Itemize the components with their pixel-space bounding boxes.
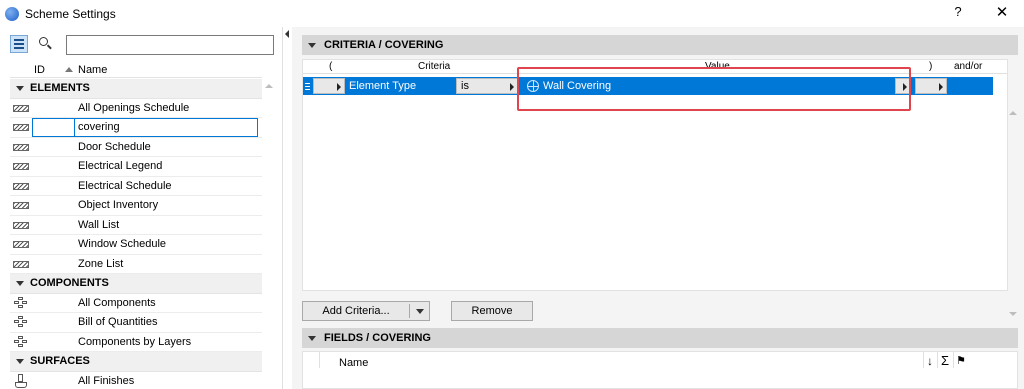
name-edit-field[interactable]: covering [74, 118, 258, 137]
list-item[interactable]: All Openings Schedule [10, 99, 262, 118]
dropdown-arrow-icon[interactable] [416, 309, 424, 314]
components-icon [13, 316, 29, 328]
tree-view-icon[interactable] [10, 35, 28, 53]
group-components[interactable]: COMPONENTS [10, 274, 262, 294]
scroll-up-icon[interactable] [265, 84, 273, 88]
sum-icon[interactable]: Σ [941, 353, 949, 368]
add-criteria-button[interactable]: Add Criteria... [302, 301, 430, 321]
list-item[interactable]: Window Schedule [10, 235, 262, 255]
hatch-icon [13, 241, 29, 248]
hatch-icon [13, 221, 29, 229]
group-elements[interactable]: ELEMENTS [10, 79, 262, 99]
id-edit-field[interactable] [32, 118, 74, 137]
hatch-icon [13, 202, 29, 209]
highlight-annotation [517, 67, 911, 111]
name-column-header[interactable]: Name [78, 64, 107, 76]
drag-handle-icon[interactable] [304, 78, 311, 94]
sort-ascending-icon [65, 67, 73, 72]
components-icon [13, 296, 29, 309]
hatch-icon [13, 163, 29, 170]
dropdown-arrow-icon [337, 83, 341, 91]
collapse-icon [308, 335, 316, 341]
collapse-icon [16, 358, 24, 364]
collapse-panel-icon[interactable] [285, 30, 289, 38]
list-item[interactable]: Object Inventory [10, 196, 262, 216]
app-icon [5, 6, 19, 21]
fields-table: Name ↓ Σ ⚑ [302, 351, 1018, 389]
list-toolbar [0, 27, 282, 59]
search-input[interactable] [66, 35, 274, 55]
window-title: Scheme Settings [25, 6, 116, 21]
criteria-section-header[interactable]: CRITERIA / COVERING [302, 35, 1018, 55]
dropdown-arrow-icon [510, 83, 514, 91]
list-item[interactable]: Wall List [10, 216, 262, 235]
title-bar: Scheme Settings ? ✕ [0, 0, 1024, 27]
list-item-editing[interactable]: covering [10, 118, 262, 138]
list-item[interactable]: Electrical Legend [10, 157, 262, 177]
paintbrush-icon [13, 373, 29, 389]
list-item[interactable]: All Components [10, 294, 262, 313]
close-paren-dropdown[interactable] [915, 78, 947, 94]
list-scrollbar[interactable] [262, 79, 276, 389]
flag-icon[interactable]: ⚑ [956, 354, 966, 367]
criteria-scrollbar[interactable] [1006, 92, 1020, 324]
list-item[interactable]: Bill of Quantities [10, 313, 262, 333]
close-paren-column: ) [929, 61, 933, 72]
open-paren-dropdown[interactable] [313, 78, 345, 94]
hatch-icon [13, 104, 29, 112]
scheme-list-panel: ID Name ELEMENTS All Openings Schedule c… [0, 27, 282, 389]
components-icon [13, 335, 29, 348]
list-item[interactable]: Components by Layers [10, 333, 262, 352]
scroll-down-icon[interactable] [1009, 312, 1017, 316]
name-column-header[interactable]: Name [339, 357, 368, 369]
hatch-icon [13, 143, 29, 151]
sort-down-icon[interactable]: ↓ [927, 354, 933, 368]
panel-splitter[interactable] [282, 27, 292, 389]
open-paren-column: ( [329, 61, 333, 72]
list-column-header: ID Name [10, 62, 262, 78]
list-item[interactable]: Electrical Schedule [10, 177, 262, 196]
close-button[interactable]: ✕ [992, 3, 1012, 23]
andor-column: and/or [954, 61, 983, 72]
operator-dropdown[interactable]: is [456, 78, 518, 94]
search-icon[interactable] [36, 35, 54, 53]
id-column-header[interactable]: ID [34, 64, 45, 76]
dropdown-arrow-icon [939, 83, 943, 91]
fields-section-header[interactable]: FIELDS / COVERING [302, 328, 1018, 348]
collapse-icon [16, 85, 24, 91]
collapse-icon [16, 280, 24, 286]
criteria-value[interactable]: Element Type [349, 77, 416, 95]
hatch-icon [13, 124, 29, 131]
scheme-list: ELEMENTS All Openings Schedule covering … [10, 79, 262, 389]
help-button[interactable]: ? [948, 4, 968, 22]
hatch-icon [13, 182, 29, 190]
collapse-icon [308, 42, 316, 48]
hatch-icon [13, 260, 29, 268]
group-surfaces[interactable]: SURFACES [10, 352, 262, 372]
criteria-column: Criteria [418, 61, 451, 72]
list-item[interactable]: Zone List [10, 255, 262, 274]
remove-button[interactable]: Remove [451, 301, 533, 321]
list-item[interactable]: All Finishes [10, 372, 262, 389]
list-item[interactable]: Door Schedule [10, 138, 262, 157]
scroll-up-icon[interactable] [1009, 111, 1017, 115]
